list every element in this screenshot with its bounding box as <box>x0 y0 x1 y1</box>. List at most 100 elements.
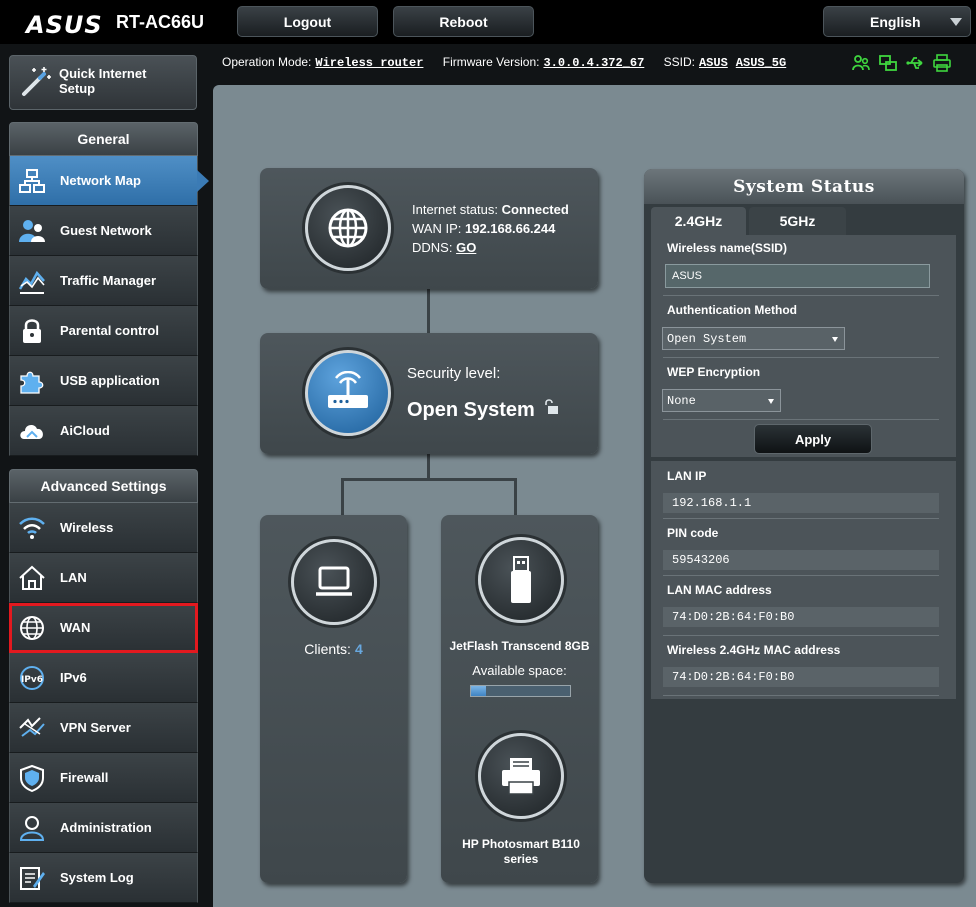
sidebar-item-administration[interactable]: Administration <box>9 803 198 853</box>
advanced-header: Advanced Settings <box>9 469 198 503</box>
sidebar-item-label: System Log <box>60 870 134 885</box>
chevron-down-icon <box>950 18 962 26</box>
ddns-go-link[interactable]: GO <box>456 240 476 255</box>
operation-mode-link[interactable]: Wireless router <box>315 56 423 70</box>
home-icon <box>19 565 45 590</box>
wireless-name-label: Wireless name(SSID) <box>667 241 787 255</box>
sidebar-item-firewall[interactable]: Firewall <box>9 753 198 803</box>
logout-button[interactable]: Logout <box>237 6 378 37</box>
sidebar-item-traffic-manager[interactable]: Traffic Manager <box>9 256 198 306</box>
usb-disk-button[interactable] <box>478 537 564 623</box>
internet-info: Internet status: Connected WAN IP: 192.1… <box>412 200 569 257</box>
ipv6-icon: IPv6 <box>20 666 44 690</box>
svg-text:IPv6: IPv6 <box>21 675 43 685</box>
sidebar-item-label: USB application <box>60 373 160 388</box>
connector-line <box>427 288 430 333</box>
magic-wand-icon <box>22 67 51 96</box>
connector-line <box>514 478 517 515</box>
vpn-icon <box>19 717 45 737</box>
firmware-link[interactable]: 3.0.0.4.372_67 <box>543 56 644 70</box>
language-select[interactable]: English <box>823 6 971 37</box>
ssid-link-5[interactable]: ASUS_5G <box>736 56 786 70</box>
shield-icon <box>20 764 44 792</box>
pin-code-label: PIN code <box>667 526 719 540</box>
clients-count[interactable]: 4 <box>355 641 363 657</box>
quick-setup-label: Quick Internet Setup <box>59 66 147 96</box>
sidebar-item-aicloud[interactable]: AiCloud <box>9 406 198 456</box>
divider <box>663 695 939 696</box>
chevron-down-icon <box>768 399 774 404</box>
sidebar-item-label: LAN <box>60 570 87 585</box>
sidebar-item-parental-control[interactable]: Parental control <box>9 306 198 356</box>
ssid-link-24[interactable]: ASUS <box>699 56 728 70</box>
sidebar-item-usb-application[interactable]: USB application <box>9 356 198 406</box>
sidebar-item-label: WAN <box>60 620 91 635</box>
sidebar-item-label: Wireless <box>60 520 114 535</box>
divider <box>663 635 939 636</box>
internet-globe-button[interactable] <box>305 185 391 271</box>
quick-internet-setup-button[interactable]: Quick Internet Setup <box>9 55 197 110</box>
network-icon[interactable] <box>879 54 897 72</box>
connector-line <box>427 454 430 479</box>
status-icons <box>852 54 951 72</box>
clients-label: Clients: <box>304 641 351 657</box>
admin-icon <box>19 816 45 841</box>
usb-space-fill <box>471 686 486 696</box>
ssid-input[interactable]: ASUS <box>665 264 930 288</box>
router-button[interactable] <box>305 350 391 436</box>
lock-icon <box>23 319 41 343</box>
clients-button[interactable] <box>291 539 377 625</box>
sidebar-item-vpn-server[interactable]: VPN Server <box>9 703 198 753</box>
sidebar-item-wan[interactable]: WAN <box>9 603 198 653</box>
reboot-button[interactable]: Reboot <box>393 6 534 37</box>
tab-5ghz[interactable]: 5GHz <box>749 207 846 235</box>
unlock-icon <box>545 399 558 414</box>
auth-method-select[interactable]: Open System <box>662 327 845 350</box>
divider <box>663 575 939 576</box>
ssid-label: SSID: <box>663 55 695 69</box>
wep-encryption-select[interactable]: None <box>662 389 781 412</box>
usb-space-bar <box>470 685 571 697</box>
wan-ip-label: WAN IP: <box>412 221 462 236</box>
monitor-icon <box>316 566 352 596</box>
internet-card: Internet status: Connected WAN IP: 192.1… <box>260 168 598 289</box>
printer-button[interactable] <box>478 733 564 819</box>
sidebar-item-guest-network[interactable]: Guest Network <box>9 206 198 256</box>
advanced-menu: Advanced Settings Wireless LAN WAN IPv6 … <box>9 469 198 903</box>
lan-ip-value: 192.168.1.1 <box>663 493 939 513</box>
security-level-value: Open System <box>407 399 535 421</box>
general-menu: General Network Map Guest Network Traffi… <box>9 122 209 456</box>
connector-line <box>341 478 517 481</box>
language-label: English <box>870 13 921 30</box>
users-icon[interactable] <box>852 54 870 72</box>
sidebar-item-lan[interactable]: LAN <box>9 553 198 603</box>
system-status-panel: System Status 2.4GHz 5GHz Wireless name(… <box>644 169 964 883</box>
sidebar-item-label: VPN Server <box>60 720 131 735</box>
ddns-label: DDNS: <box>412 240 453 255</box>
sidebar-item-wireless[interactable]: Wireless <box>9 503 198 553</box>
sidebar-item-label: Administration <box>60 820 152 835</box>
status-line: Operation Mode: Wireless router Firmware … <box>222 55 802 70</box>
divider <box>663 295 939 296</box>
connector-line <box>341 478 344 515</box>
sidebar-item-ipv6[interactable]: IPv6 IPv6 <box>9 653 198 703</box>
lan-ip-label: LAN IP <box>667 469 707 483</box>
printer-icon[interactable] <box>933 54 951 72</box>
router-model: RT-AC66U <box>116 12 205 32</box>
sidebar-item-label: AiCloud <box>60 423 110 438</box>
usb-card: JetFlash Transcend 8GB Available space: … <box>441 515 598 883</box>
general-header: General <box>9 122 198 156</box>
wireless-mac-value: 74:D0:2B:64:F0:B0 <box>663 667 939 687</box>
tab-2-4ghz[interactable]: 2.4GHz <box>651 207 746 235</box>
sidebar-item-network-map[interactable]: Network Map <box>9 156 209 206</box>
apply-button[interactable]: Apply <box>754 424 872 454</box>
wifi-icon <box>19 517 45 539</box>
pin-code-value: 59543206 <box>663 550 939 570</box>
wireless-settings: Wireless name(SSID) ASUS Authentication … <box>651 235 956 457</box>
traffic-manager-icon <box>18 270 45 294</box>
printer-name: HP Photosmart B110 series <box>462 837 580 866</box>
usb-icon[interactable] <box>906 54 924 72</box>
sidebar-item-system-log[interactable]: System Log <box>9 853 198 903</box>
sidebar-item-label: IPv6 <box>60 670 87 685</box>
lan-mac-value: 74:D0:2B:64:F0:B0 <box>663 607 939 627</box>
